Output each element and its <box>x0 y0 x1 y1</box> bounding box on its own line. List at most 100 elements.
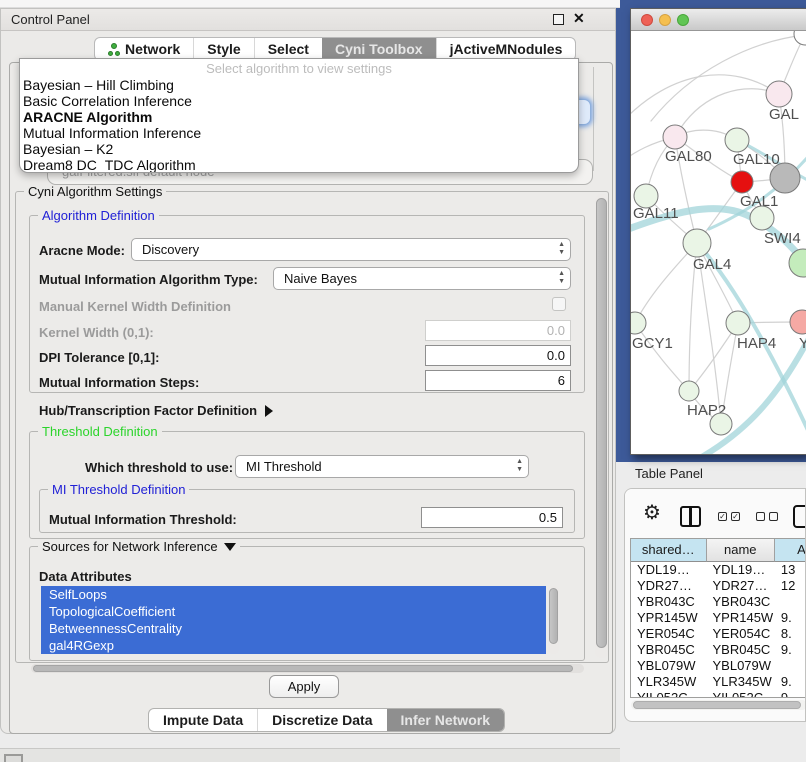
table-cell: YPR145W <box>707 610 775 626</box>
hub-definition-toggle[interactable]: Hub/Transcription Factor Definition <box>39 403 273 418</box>
minimize-traffic-light[interactable] <box>659 14 671 26</box>
tab-cyni-toolbox[interactable]: Cyni Toolbox <box>322 38 436 60</box>
network-node-hap2[interactable] <box>679 381 699 401</box>
close-icon[interactable]: ✕ <box>573 10 585 27</box>
network-node-gcy1[interactable] <box>631 312 646 334</box>
minimized-panel-icon[interactable] <box>4 754 23 762</box>
network-node-label: GAL10 <box>733 151 780 168</box>
tab-infer-network[interactable]: Infer Network <box>387 709 504 731</box>
network-node-y[interactable] <box>790 310 806 334</box>
mi-threshold-field[interactable]: 0.5 <box>421 507 563 528</box>
network-graph[interactable]: GALGAL80GAL10GAL1SWI4GAL11GAL4GCY1HAP4YH… <box>631 31 806 454</box>
tab-style[interactable]: Style <box>193 38 253 60</box>
network-node-gal1[interactable] <box>731 171 753 193</box>
kernel-width-field[interactable]: 0.0 <box>425 320 571 341</box>
mi-type-combo[interactable]: Naive Bayes ▲▼ <box>273 267 571 290</box>
mi-threshold-title: MI Threshold Definition <box>48 482 189 497</box>
close-traffic-light[interactable] <box>641 14 653 26</box>
tab-impute-data[interactable]: Impute Data <box>149 709 257 731</box>
table-hscrollbar-track[interactable] <box>631 700 806 710</box>
hub-definition-label: Hub/Transcription Factor Definition <box>39 403 257 418</box>
network-edge[interactable] <box>635 243 697 323</box>
table-row[interactable]: YDL19…YDL19…13 <box>631 562 806 578</box>
tab-network[interactable]: Network <box>95 38 193 60</box>
tab-select[interactable]: Select <box>254 38 322 60</box>
settings-hscrollbar-track[interactable] <box>31 664 584 673</box>
data-attribute-item-selected[interactable]: TopologicalCoefficient <box>41 603 546 620</box>
table-cell: 9. <box>775 642 806 658</box>
settings-scrollbar-thumb[interactable] <box>596 198 607 648</box>
algorithm-dropdown-item[interactable]: Bayesian – Hill Climbing <box>20 77 578 93</box>
table-row[interactable]: YLR345WYLR345W9. <box>631 674 806 690</box>
zoom-traffic-light[interactable] <box>677 14 689 26</box>
network-node[interactable] <box>789 249 806 277</box>
table-hscrollbar-thumb[interactable] <box>633 701 801 709</box>
select-all-columns-icon[interactable]: ✓ ✓ <box>718 512 740 521</box>
network-node-gal10[interactable] <box>725 128 749 152</box>
partial-toolbar-icon[interactable] <box>793 505 806 528</box>
network-edge[interactable] <box>675 89 779 137</box>
control-panel-window: Control Panel ✕ Network Style Select Cyn… <box>0 8 616 734</box>
algorithm-dropdown-item[interactable]: Mutual Information Inference <box>20 125 578 141</box>
tab-discretize-data[interactable]: Discretize Data <box>257 709 386 731</box>
sources-title: Sources for Network Inference <box>42 539 218 554</box>
data-attribute-item-selected[interactable]: SelfLoops <box>41 586 546 603</box>
data-attributes-list[interactable]: SelfLoopsTopologicalCoefficientBetweenne… <box>41 586 546 654</box>
which-threshold-combo[interactable]: MI Threshold ▲▼ <box>235 455 529 478</box>
gear-icon[interactable]: ⚙ <box>643 500 661 525</box>
data-attribute-item-selected[interactable]: gal4RGexp <box>41 637 546 654</box>
sources-toggle[interactable]: Sources for Network Inference <box>38 539 240 554</box>
manual-kernel-checkbox[interactable] <box>552 297 566 311</box>
table-row[interactable]: YBR043CYBR043C <box>631 594 806 610</box>
attributes-scrollbar-track[interactable] <box>548 586 559 654</box>
network-edge[interactable] <box>631 75 779 121</box>
network-node[interactable] <box>794 31 806 45</box>
table-cell: YDL19… <box>631 562 707 578</box>
network-window-titlebar[interactable] <box>631 9 806 31</box>
table-cell: YDR27… <box>631 578 707 594</box>
aracne-mode-combo[interactable]: Discovery ▲▼ <box>131 238 571 261</box>
tab-impute-data-label: Impute Data <box>163 712 243 728</box>
tab-jactivemnodules[interactable]: jActiveMNodules <box>436 38 576 60</box>
mi-steps-field[interactable]: 6 <box>425 370 571 391</box>
table-row[interactable]: YBL079WYBL079W <box>631 658 806 674</box>
algorithm-dropdown-item[interactable]: Bayesian – K2 <box>20 141 578 157</box>
network-node-gal4[interactable] <box>683 229 711 257</box>
network-node-swi4[interactable] <box>750 206 774 230</box>
tab-discretize-data-label: Discretize Data <box>272 712 372 728</box>
apply-button[interactable]: Apply <box>269 675 339 698</box>
table-row[interactable]: YER054CYER054C8. <box>631 626 806 642</box>
network-node-gal80[interactable] <box>663 125 687 149</box>
network-node[interactable] <box>710 413 732 435</box>
data-attribute-item-selected[interactable]: BetweennessCentrality <box>41 620 546 637</box>
column-header[interactable]: shared… <box>631 539 707 562</box>
algorithm-dropdown-item[interactable]: Basic Correlation Inference <box>20 93 578 109</box>
dpi-tolerance-field[interactable]: 0.0 <box>425 345 571 366</box>
network-edge[interactable] <box>635 323 689 391</box>
table-row[interactable]: YIL052CYIL052C9. <box>631 690 806 698</box>
network-canvas[interactable]: GALGAL80GAL10GAL1SWI4GAL11GAL4GCY1HAP4YH… <box>631 31 806 454</box>
network-node-gal[interactable] <box>766 81 792 107</box>
settings-hscrollbar-thumb[interactable] <box>33 665 573 672</box>
column-header[interactable]: name <box>707 539 775 562</box>
table-row[interactable]: YPR145WYPR145W9. <box>631 610 806 626</box>
attributes-scrollbar-thumb[interactable] <box>549 588 558 644</box>
table-panel-toolbar: ⚙ ✓ ✓ <box>625 489 805 537</box>
settings-scrollbar-track[interactable] <box>595 194 608 658</box>
table-row[interactable]: YBR045CYBR045C9. <box>631 642 806 658</box>
float-window-icon[interactable] <box>553 14 564 25</box>
deselect-all-columns-icon[interactable] <box>756 512 778 521</box>
column-layout-icon[interactable] <box>680 506 701 527</box>
network-view-window[interactable]: GALGAL80GAL10GAL1SWI4GAL11GAL4GCY1HAP4YH… <box>630 8 806 455</box>
column-header[interactable]: A <box>775 539 806 562</box>
node-table[interactable]: shared…nameA YDL19…YDL19…13YDR27…YDR27…1… <box>630 538 806 698</box>
mi-steps-label: Mutual Information Steps: <box>39 375 199 390</box>
control-panel-title: Control Panel <box>11 12 90 27</box>
table-row[interactable]: YDR27…YDR27…12 <box>631 578 806 594</box>
network-node[interactable] <box>770 163 800 193</box>
network-node-hap4[interactable] <box>726 311 750 335</box>
algorithm-dropdown-item[interactable]: Dream8 DC_TDC Algorithm <box>20 157 578 173</box>
table-cell: YIL052C <box>631 690 707 698</box>
algorithm-dropdown-item[interactable]: ARACNE Algorithm <box>20 109 578 125</box>
table-cell: YIL052C <box>707 690 775 698</box>
